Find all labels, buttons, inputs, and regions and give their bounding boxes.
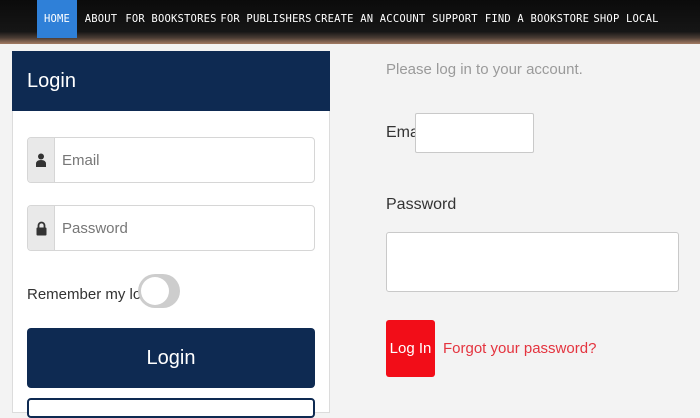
nav-item-find-bookstore[interactable]: FIND A BOOKSTORE [485, 0, 589, 38]
remember-login-toggle[interactable] [138, 274, 180, 308]
login-panel-title: Login [12, 51, 330, 111]
password-input[interactable] [62, 206, 308, 250]
account-email-field[interactable] [415, 113, 534, 153]
nav-item-for-publishers[interactable]: FOR PUBLISHERS [220, 0, 311, 38]
password-input-group [27, 205, 315, 251]
user-icon [28, 138, 55, 182]
toggle-knob [141, 277, 169, 305]
lock-icon [28, 206, 55, 250]
secondary-button[interactable] [27, 398, 315, 418]
login-prompt-text: Please log in to your account. [386, 61, 583, 78]
email-input-group [27, 137, 315, 183]
nav-item-for-bookstores[interactable]: FOR BOOKSTORES [125, 0, 216, 38]
nav-item-home[interactable]: HOME [37, 0, 77, 38]
nav-item-create-account[interactable]: CREATE AN ACCOUNT [315, 0, 426, 38]
log-in-button[interactable]: Log In [386, 320, 435, 377]
nav-item-about[interactable]: ABOUT [84, 0, 118, 38]
nav-item-shop-local[interactable]: SHOP LOCAL [593, 0, 658, 38]
forgot-password-link[interactable]: Forgot your password? [443, 340, 596, 357]
email-input[interactable] [62, 138, 308, 182]
account-password-field[interactable] [386, 232, 679, 292]
password-label: Password [386, 196, 457, 213]
top-navigation-bar: HOME ABOUT FOR BOOKSTORES FOR PUBLISHERS… [0, 0, 700, 44]
nav-item-support[interactable]: SUPPORT [432, 0, 477, 38]
login-panel: Login Remember my login Login [12, 51, 330, 418]
login-button[interactable]: Login [27, 328, 315, 388]
